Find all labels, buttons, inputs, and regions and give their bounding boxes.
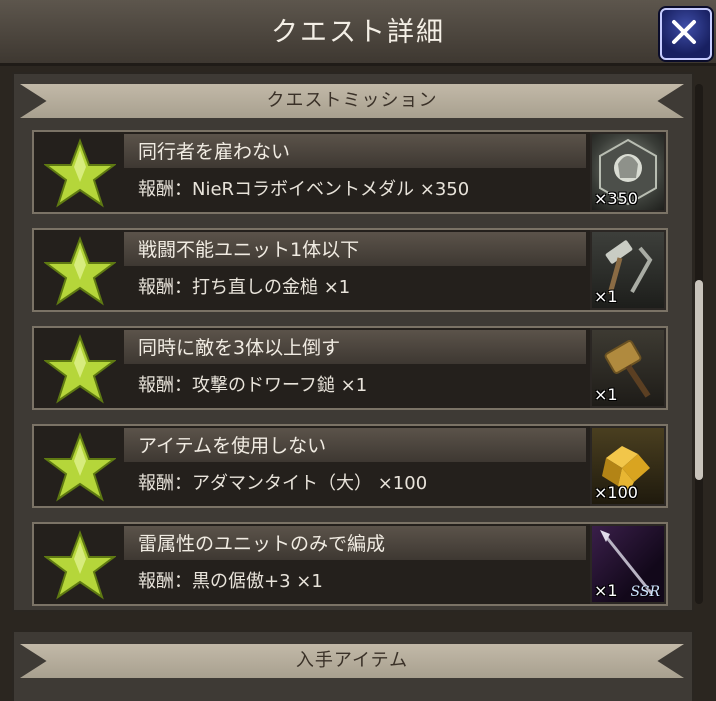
star-icon bbox=[44, 138, 116, 208]
page-title: クエスト詳細 bbox=[271, 17, 445, 48]
item-quantity: ×1 bbox=[594, 385, 618, 404]
mission-reward: 報酬：黒の倨傲+3 ×1 bbox=[138, 571, 323, 592]
mission-row: 同時に敵を3体以上倒す 報酬：攻撃のドワーフ鎚 ×1 ×1 bbox=[32, 326, 668, 410]
mission-row: 同行者を雇わない 報酬：NieRコラボイベントメダル ×350 ×350 bbox=[32, 130, 668, 214]
reward-item[interactable]: ×100 bbox=[590, 426, 666, 506]
mission-reward: 報酬：攻撃のドワーフ鎚 ×1 bbox=[138, 375, 368, 396]
mission-title: 同時に敵を3体以上倒す bbox=[138, 337, 341, 359]
mission-row: 雷属性のユニットのみで編成 報酬：黒の倨傲+3 ×1 ×1 SSR bbox=[32, 522, 668, 606]
reward-item[interactable]: ×350 bbox=[590, 132, 666, 212]
close-icon bbox=[672, 20, 696, 44]
mission-reward: 報酬：打ち直しの金槌 ×1 bbox=[138, 277, 351, 298]
star-icon bbox=[44, 334, 116, 404]
mission-title: アイテムを使用しない bbox=[138, 435, 327, 457]
item-quantity: ×1 bbox=[594, 287, 618, 306]
reward-item[interactable]: ×1 bbox=[590, 328, 666, 408]
star-icon bbox=[44, 236, 116, 306]
mission-title: 戦闘不能ユニット1体以下 bbox=[138, 239, 360, 261]
mission-row: 戦闘不能ユニット1体以下 報酬：打ち直しの金槌 ×1 ×1 bbox=[32, 228, 668, 312]
reward-item[interactable]: ×1 bbox=[590, 230, 666, 310]
section-title-items: 入手アイテム bbox=[295, 650, 409, 671]
close-button[interactable] bbox=[660, 8, 712, 60]
mission-title: 雷属性のユニットのみで編成 bbox=[138, 533, 386, 555]
item-quantity: ×100 bbox=[594, 483, 638, 502]
mission-reward: 報酬：NieRコラボイベントメダル ×350 bbox=[138, 179, 470, 200]
section-title-missions: クエストミッション bbox=[266, 90, 438, 111]
rarity-badge: SSR bbox=[630, 584, 660, 600]
reward-item[interactable]: ×1 SSR bbox=[590, 524, 666, 604]
item-quantity: ×350 bbox=[594, 189, 638, 208]
mission-row: アイテムを使用しない 報酬：アダマンタイト（大） ×100 ×100 bbox=[32, 424, 668, 508]
mission-reward: 報酬：アダマンタイト（大） ×100 bbox=[138, 473, 428, 494]
item-quantity: ×1 bbox=[594, 581, 618, 600]
scrollbar-thumb[interactable] bbox=[695, 280, 703, 480]
star-icon bbox=[44, 432, 116, 502]
mission-title: 同行者を雇わない bbox=[138, 141, 291, 163]
star-icon bbox=[44, 530, 116, 600]
